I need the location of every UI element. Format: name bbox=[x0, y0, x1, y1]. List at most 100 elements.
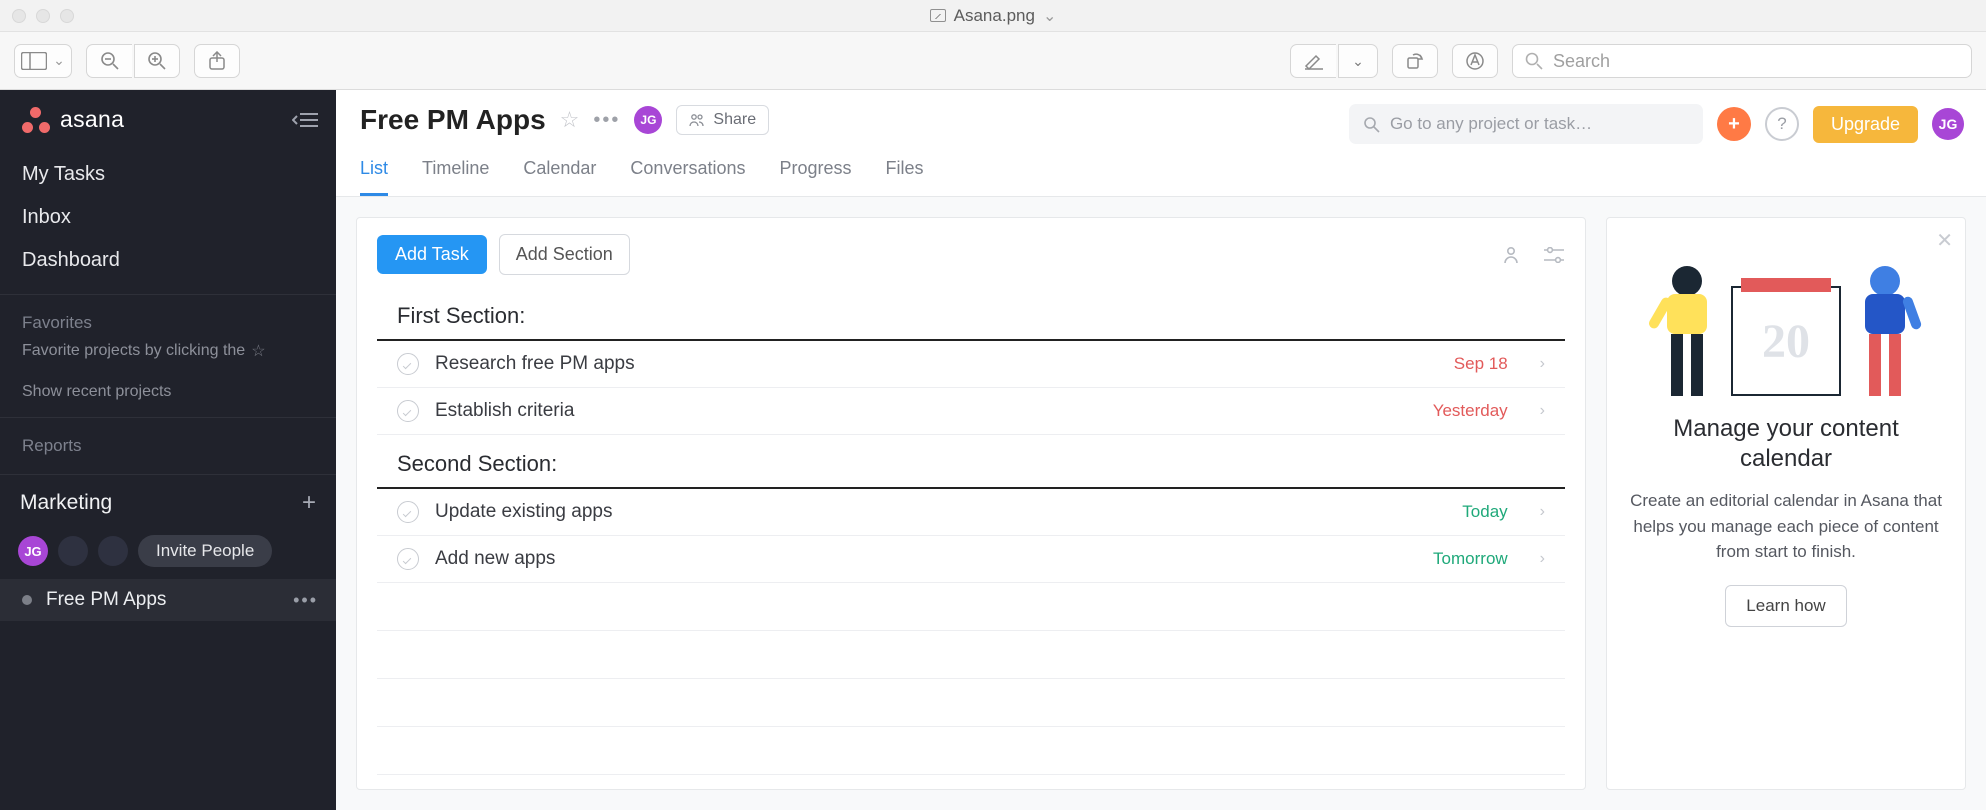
add-to-team-icon[interactable]: + bbox=[302, 489, 316, 517]
star-icon: ☆ bbox=[251, 341, 265, 361]
global-search[interactable]: Go to any project or task… bbox=[1349, 104, 1703, 144]
calendar-number: 20 bbox=[1733, 288, 1839, 394]
preview-search-placeholder: Search bbox=[1553, 51, 1610, 72]
asana-logo[interactable]: asana bbox=[22, 106, 124, 133]
section-title[interactable]: First Section: bbox=[377, 287, 1565, 341]
tab-calendar[interactable]: Calendar bbox=[523, 150, 596, 196]
complete-check-icon[interactable] bbox=[397, 353, 419, 375]
team-name: Marketing bbox=[20, 491, 112, 515]
markup-button[interactable] bbox=[1452, 44, 1498, 78]
promo-card: ✕ 20 Manage your content calendar Create… bbox=[1606, 217, 1966, 790]
tab-conversations[interactable]: Conversations bbox=[630, 150, 745, 196]
search-placeholder: Go to any project or task… bbox=[1390, 114, 1592, 134]
window-title: Asana.png ⌄ bbox=[0, 6, 1986, 26]
empty-task-row[interactable] bbox=[377, 631, 1565, 679]
task-name: Research free PM apps bbox=[435, 353, 1438, 375]
project-title: Free PM Apps bbox=[360, 104, 546, 136]
chevron-right-icon[interactable]: › bbox=[1540, 503, 1545, 521]
promo-cta-button[interactable]: Learn how bbox=[1725, 585, 1846, 627]
highlight-button[interactable] bbox=[1290, 44, 1336, 78]
tab-progress[interactable]: Progress bbox=[779, 150, 851, 196]
empty-avatar bbox=[98, 536, 128, 566]
window-filename: Asana.png bbox=[954, 6, 1035, 26]
task-date: Sep 18 bbox=[1454, 354, 1508, 374]
zoom-in-button[interactable] bbox=[134, 44, 180, 78]
sidebar-project-item[interactable]: Free PM Apps ••• bbox=[0, 579, 336, 621]
complete-check-icon[interactable] bbox=[397, 501, 419, 523]
empty-task-row[interactable] bbox=[377, 583, 1565, 631]
project-more-icon[interactable]: ••• bbox=[593, 109, 620, 132]
project-member-avatar[interactable]: JG bbox=[634, 106, 662, 134]
project-name: Free PM Apps bbox=[46, 589, 166, 611]
sidebar-toggle-button[interactable]: ⌄ bbox=[14, 44, 72, 78]
task-name: Establish criteria bbox=[435, 400, 1417, 422]
mac-toolbar: ⌄ ⌄ Search bbox=[0, 32, 1986, 90]
invite-people-button[interactable]: Invite People bbox=[138, 535, 272, 567]
favorite-star-icon[interactable]: ☆ bbox=[560, 107, 580, 133]
highlight-group: ⌄ bbox=[1290, 44, 1378, 78]
mac-titlebar: Asana.png ⌄ bbox=[0, 0, 1986, 32]
close-icon[interactable]: ✕ bbox=[1936, 228, 1953, 253]
upgrade-button[interactable]: Upgrade bbox=[1813, 106, 1918, 143]
task-row[interactable]: Establish criteria Yesterday › bbox=[377, 388, 1565, 435]
nav-inbox[interactable]: Inbox bbox=[0, 196, 336, 239]
tab-files[interactable]: Files bbox=[886, 150, 924, 196]
task-date: Yesterday bbox=[1433, 401, 1508, 421]
asana-sidebar: asana My Tasks Inbox Dashboard Favorites… bbox=[0, 90, 336, 810]
zoom-group bbox=[86, 44, 180, 78]
task-list-card: Add Task Add Section First Section: Rese… bbox=[356, 217, 1586, 790]
task-name: Add new apps bbox=[435, 548, 1417, 570]
image-file-icon bbox=[930, 9, 946, 22]
task-row[interactable]: Update existing apps Today › bbox=[377, 489, 1565, 536]
project-actions-icon[interactable]: ••• bbox=[293, 590, 318, 611]
recent-projects-link[interactable]: Show recent projects bbox=[0, 377, 336, 417]
member-avatar[interactable]: JG bbox=[18, 536, 48, 566]
task-row[interactable]: Add new apps Tomorrow › bbox=[377, 536, 1565, 583]
nav-dashboard[interactable]: Dashboard bbox=[0, 239, 336, 282]
person-blue-icon bbox=[1859, 266, 1911, 396]
task-row[interactable]: Research free PM apps Sep 18 › bbox=[377, 341, 1565, 388]
title-dropdown-icon[interactable]: ⌄ bbox=[1043, 6, 1056, 26]
promo-text: Create an editorial calendar in Asana th… bbox=[1629, 488, 1943, 565]
share-project-button[interactable]: Share bbox=[676, 105, 769, 135]
tab-list[interactable]: List bbox=[360, 150, 388, 196]
empty-task-row[interactable] bbox=[377, 679, 1565, 727]
empty-task-row[interactable] bbox=[377, 727, 1565, 775]
assignee-filter-icon[interactable] bbox=[1501, 245, 1521, 265]
reports-heading[interactable]: Reports bbox=[0, 418, 336, 464]
people-icon bbox=[689, 113, 705, 127]
team-header[interactable]: Marketing + bbox=[0, 475, 336, 531]
chevron-right-icon[interactable]: › bbox=[1540, 402, 1545, 420]
project-header: Free PM Apps ☆ ••• JG Share Go to any pr… bbox=[336, 90, 1986, 197]
chevron-right-icon[interactable]: › bbox=[1540, 550, 1545, 568]
nav-my-tasks[interactable]: My Tasks bbox=[0, 153, 336, 196]
calendar-icon: 20 bbox=[1731, 286, 1841, 396]
task-date: Today bbox=[1462, 502, 1507, 522]
share-button[interactable] bbox=[194, 44, 240, 78]
preview-search[interactable]: Search bbox=[1512, 44, 1972, 78]
favorites-hint: Favorite projects by clicking the ☆ bbox=[0, 341, 336, 377]
asana-mark-icon bbox=[22, 107, 50, 133]
section-title[interactable]: Second Section: bbox=[377, 435, 1565, 489]
quick-add-button[interactable]: + bbox=[1717, 107, 1751, 141]
team-members: JG Invite People bbox=[0, 531, 336, 579]
tab-timeline[interactable]: Timeline bbox=[422, 150, 489, 196]
promo-illustration: 20 bbox=[1629, 236, 1943, 396]
complete-check-icon[interactable] bbox=[397, 400, 419, 422]
zoom-out-button[interactable] bbox=[86, 44, 132, 78]
list-settings-icon[interactable] bbox=[1543, 247, 1565, 263]
main-content: Free PM Apps ☆ ••• JG Share Go to any pr… bbox=[336, 90, 1986, 810]
project-tabs: List Timeline Calendar Conversations Pro… bbox=[360, 150, 1962, 196]
add-section-button[interactable]: Add Section bbox=[499, 234, 630, 275]
my-avatar[interactable]: JG bbox=[1932, 108, 1964, 140]
rotate-button[interactable] bbox=[1392, 44, 1438, 78]
share-label: Share bbox=[713, 111, 756, 129]
collapse-sidebar-icon[interactable] bbox=[292, 112, 318, 128]
add-task-button[interactable]: Add Task bbox=[377, 235, 487, 274]
asana-wordmark: asana bbox=[60, 106, 124, 133]
empty-avatar bbox=[58, 536, 88, 566]
help-button[interactable]: ? bbox=[1765, 107, 1799, 141]
highlight-menu-button[interactable]: ⌄ bbox=[1338, 44, 1378, 78]
complete-check-icon[interactable] bbox=[397, 548, 419, 570]
chevron-right-icon[interactable]: › bbox=[1540, 355, 1545, 373]
